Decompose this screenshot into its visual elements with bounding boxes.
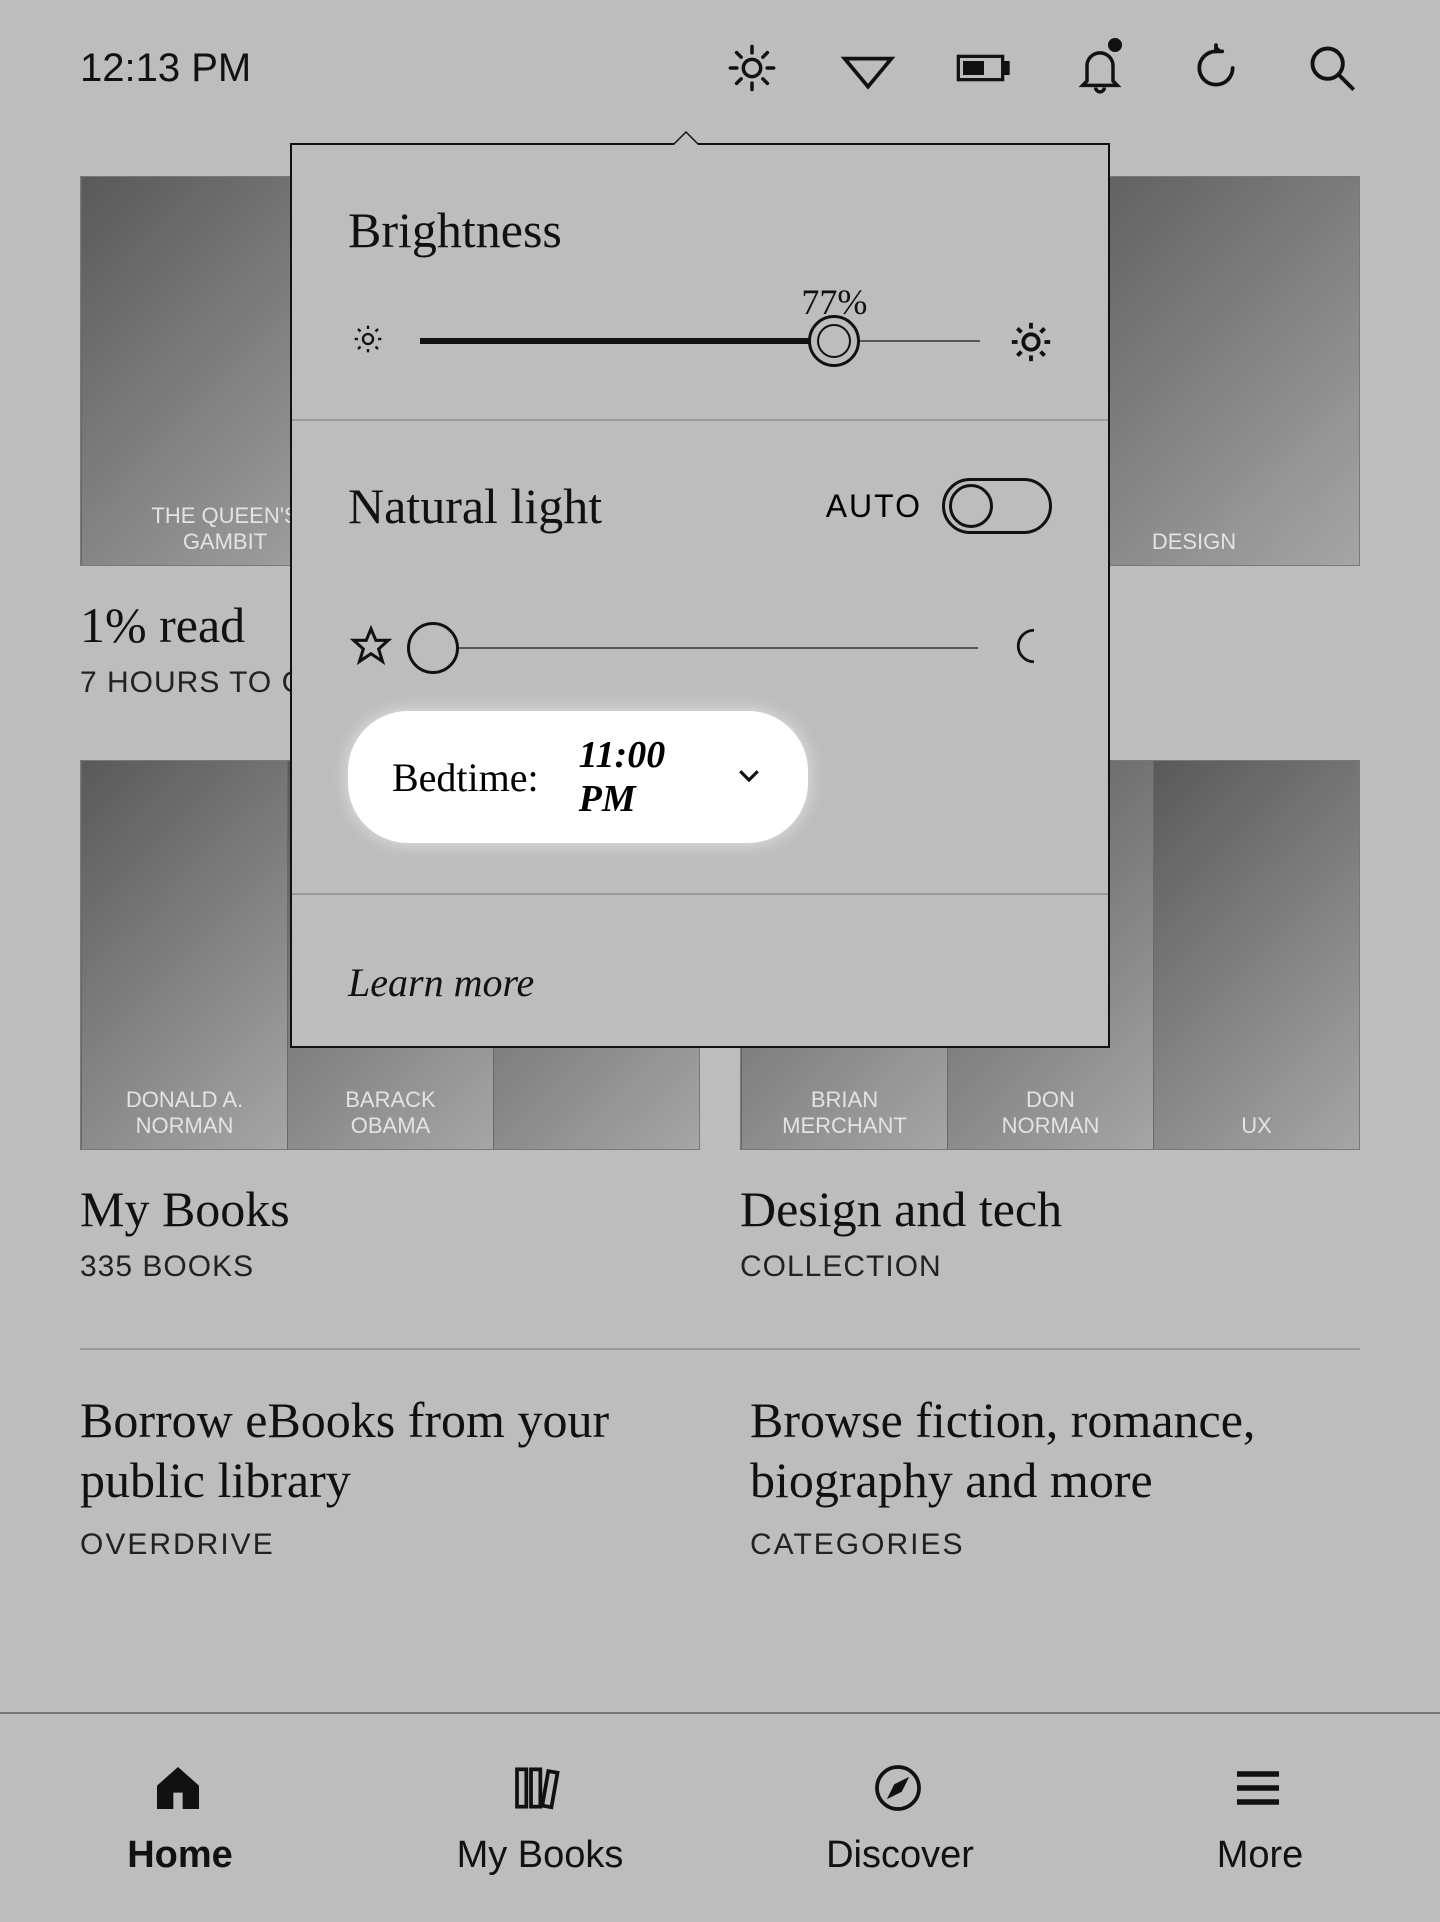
- brightness-slider[interactable]: 77%: [420, 339, 980, 343]
- menu-icon: [1230, 1760, 1290, 1820]
- brightness-icon[interactable]: [724, 40, 780, 96]
- nav-mybooks-label: My Books: [457, 1834, 624, 1877]
- sun-outline-icon: [348, 625, 394, 671]
- auto-label: AUTO: [826, 488, 922, 525]
- natural-light-auto-toggle[interactable]: [942, 478, 1052, 534]
- search-icon[interactable]: [1304, 40, 1360, 96]
- bottom-nav: Home My Books Discover More: [0, 1712, 1440, 1922]
- natural-light-slider-thumb[interactable]: [407, 622, 459, 674]
- overdrive-sub: OVERDRIVE: [80, 1528, 690, 1562]
- brightness-low-icon: [348, 319, 392, 363]
- battery-icon[interactable]: [956, 40, 1012, 96]
- natural-light-heading: Natural light: [348, 477, 602, 535]
- nav-discover[interactable]: Discover: [720, 1714, 1080, 1922]
- overdrive-link[interactable]: Borrow eBooks from your public library O…: [80, 1390, 690, 1562]
- compass-icon: [870, 1760, 930, 1820]
- categories-sub: CATEGORIES: [750, 1528, 1360, 1562]
- learn-more-link[interactable]: Learn more: [348, 959, 534, 1006]
- wifi-icon[interactable]: [840, 40, 896, 96]
- bedtime-selector[interactable]: Bedtime: 11:00 PM: [348, 711, 808, 843]
- sync-icon[interactable]: [1188, 40, 1244, 96]
- mybooks-count-label: 335 BOOKS: [80, 1250, 700, 1284]
- overdrive-title: Borrow eBooks from your public library: [80, 1390, 690, 1510]
- collection-title: Design and tech: [740, 1180, 1360, 1238]
- divider: [80, 1348, 1360, 1350]
- mybooks-title: My Books: [80, 1180, 700, 1238]
- nav-more[interactable]: More: [1080, 1714, 1440, 1922]
- status-bar: 12:13 PM: [0, 0, 1440, 136]
- moon-icon: [1006, 625, 1052, 671]
- natural-light-slider[interactable]: [422, 647, 978, 649]
- categories-title: Browse fiction, romance, biography and m…: [750, 1390, 1360, 1510]
- nav-home-label: Home: [127, 1834, 233, 1877]
- chevron-down-icon: [734, 760, 764, 795]
- books-icon: [510, 1760, 570, 1820]
- nav-home[interactable]: Home: [0, 1714, 360, 1922]
- nav-mybooks[interactable]: My Books: [360, 1714, 720, 1922]
- collection-sub: COLLECTION: [740, 1250, 1360, 1284]
- notifications-icon[interactable]: [1072, 40, 1128, 96]
- divider: [292, 893, 1108, 895]
- bedtime-value: 11:00 PM: [579, 733, 688, 821]
- popup-arrow: [672, 131, 700, 145]
- nav-more-label: More: [1217, 1834, 1304, 1877]
- categories-link[interactable]: Browse fiction, romance, biography and m…: [750, 1390, 1360, 1562]
- brightness-slider-thumb[interactable]: [808, 315, 860, 367]
- nav-discover-label: Discover: [826, 1834, 974, 1877]
- clock-label: 12:13 PM: [80, 46, 251, 91]
- brightness-popup: Brightness 77% Natural light AUTO: [290, 143, 1110, 1048]
- brightness-high-icon: [1008, 319, 1052, 363]
- brightness-heading: Brightness: [348, 201, 1052, 259]
- divider: [292, 419, 1108, 421]
- bedtime-label: Bedtime:: [392, 754, 539, 801]
- home-icon: [150, 1760, 210, 1820]
